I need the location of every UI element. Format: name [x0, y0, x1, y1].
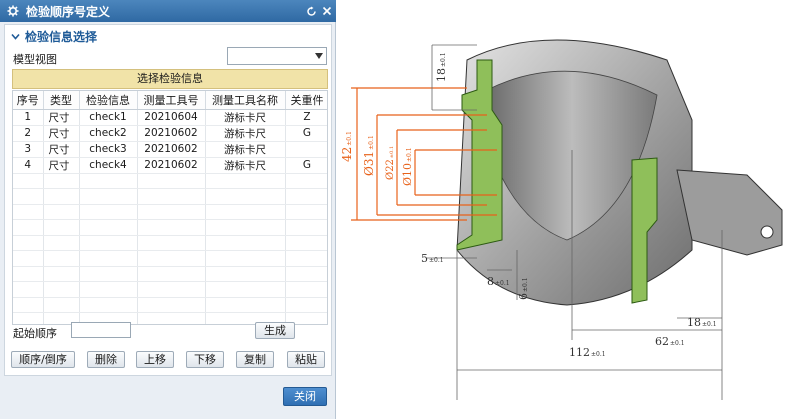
move-up-button[interactable]: 上移 [136, 351, 174, 368]
column-header[interactable]: 检验信息 [79, 91, 138, 110]
dim-value: 112 [569, 346, 590, 359]
dialog-titlebar: 检验顺序号定义 [0, 0, 336, 22]
cell-index: 2 [13, 125, 44, 142]
inspection-order-dialog: 检验顺序号定义 检验信息选择 模型视图 选择检验信息 序号 类型 检验信息 测量… [0, 0, 336, 419]
start-order-label: 起始顺序 [13, 327, 57, 340]
cell-check: check2 [79, 125, 138, 142]
table-row-empty [13, 281, 327, 298]
cell-index: 1 [13, 109, 44, 126]
model-view-select[interactable] [227, 47, 327, 65]
dropdown-arrow-icon [315, 53, 323, 59]
bracket-hole [760, 225, 774, 239]
cell-tool-no: 20210602 [137, 125, 206, 142]
cell-key-part: Z [285, 109, 327, 126]
generate-button[interactable]: 生成 [255, 322, 295, 339]
svg-text:18±0.1: 18±0.1 [435, 52, 448, 82]
table-row-empty [13, 235, 327, 251]
cell-tool-name: 游标卡尺 [205, 109, 286, 126]
move-down-button[interactable]: 下移 [186, 351, 224, 368]
cell-index: 3 [13, 141, 44, 158]
cell-tool-no: 20210602 [137, 157, 206, 174]
dim-value: 42 [340, 147, 354, 162]
dim-value: Ø22 [385, 159, 396, 180]
close-icon[interactable] [320, 4, 334, 18]
cell-type: 尺寸 [43, 109, 80, 126]
cell-tool-name: 游标卡尺 [205, 141, 286, 158]
table-row[interactable]: 3 尺寸 check3 20210602 游标卡尺 [13, 141, 327, 158]
svg-text:112±0.1: 112±0.1 [569, 346, 606, 359]
dim-value: 18 [687, 316, 701, 329]
dim-value: 18 [435, 68, 448, 82]
table-row[interactable]: 1 尺寸 check1 20210604 游标卡尺 Z [13, 109, 327, 126]
cell-tool-name: 游标卡尺 [205, 125, 286, 142]
cad-viewport[interactable]: 18±0.1 42±0.1 Ø31±0.1 Ø22±0.1 Ø10±0.1 5±… [337, 0, 800, 419]
table-row-empty [13, 173, 327, 189]
group-header[interactable]: 检验信息选择 [5, 25, 331, 47]
table-row[interactable]: 4 尺寸 check4 20210602 游标卡尺 G [13, 157, 327, 174]
cell-type: 尺寸 [43, 125, 80, 142]
inspection-info-group: 检验信息选择 模型视图 选择检验信息 序号 类型 检验信息 测量工具号 测量工具… [4, 24, 332, 376]
order-reverse-button[interactable]: 顺序/倒序 [11, 351, 75, 368]
cell-check: check3 [79, 141, 138, 158]
table-row-empty [13, 204, 327, 220]
cell-key-part: G [285, 125, 327, 142]
column-header[interactable]: 类型 [43, 91, 80, 110]
dialog-title: 检验顺序号定义 [26, 4, 111, 19]
svg-text:Ø22±0.1: Ø22±0.1 [385, 146, 396, 180]
gear-icon[interactable] [6, 4, 20, 18]
cell-type: 尺寸 [43, 141, 80, 158]
cell-key-part [285, 141, 327, 158]
table-row-empty [13, 297, 327, 313]
dim-value: Ø10 [401, 163, 414, 186]
svg-text:Ø10±0.1: Ø10±0.1 [401, 147, 414, 186]
copy-button[interactable]: 复制 [236, 351, 274, 368]
table-row[interactable]: 2 尺寸 check2 20210602 游标卡尺 G [13, 125, 327, 142]
svg-text:62±0.1: 62±0.1 [655, 335, 685, 348]
table-row-empty [13, 250, 327, 267]
chevron-down-icon[interactable] [9, 30, 21, 42]
svg-text:5±0.1: 5±0.1 [421, 252, 444, 265]
cell-tool-name: 游标卡尺 [205, 157, 286, 174]
model-view-label: 模型视图 [13, 53, 57, 66]
cell-type: 尺寸 [43, 157, 80, 174]
svg-text:42±0.1: 42±0.1 [340, 131, 354, 162]
start-order-input[interactable] [71, 322, 131, 338]
column-header[interactable]: 测量工具号 [137, 91, 206, 110]
cell-tool-no: 20210604 [137, 109, 206, 126]
table-header-row: 序号 类型 检验信息 测量工具号 测量工具名称 关重件 [13, 91, 327, 110]
close-button[interactable]: 关闭 [283, 387, 327, 406]
inspection-table: 序号 类型 检验信息 测量工具号 测量工具名称 关重件 1 尺寸 check1 … [12, 90, 328, 325]
dim-value: 6 [517, 293, 530, 300]
part-bracket [676, 169, 783, 256]
select-inspection-info-banner[interactable]: 选择检验信息 [12, 69, 328, 89]
dim-value: 62 [655, 335, 669, 348]
cell-check: check4 [79, 157, 138, 174]
table-row-empty [13, 219, 327, 236]
column-header[interactable]: 序号 [13, 91, 44, 110]
reset-icon[interactable] [304, 4, 318, 18]
table-row-empty [13, 266, 327, 282]
column-header[interactable]: 测量工具名称 [205, 91, 286, 110]
cell-tool-no: 20210602 [137, 141, 206, 158]
dim-value: 8 [487, 275, 494, 288]
group-title: 检验信息选择 [25, 29, 98, 44]
cad-part-drawing: 18±0.1 42±0.1 Ø31±0.1 Ø22±0.1 Ø10±0.1 5±… [340, 39, 783, 400]
cell-check: check1 [79, 109, 138, 126]
svg-text:Ø31±0.1: Ø31±0.1 [362, 135, 376, 176]
table-row-empty [13, 188, 327, 205]
dim-value: 5 [421, 252, 428, 265]
delete-button[interactable]: 删除 [87, 351, 125, 368]
column-header[interactable]: 关重件 [285, 91, 327, 110]
dim-value: Ø31 [362, 151, 376, 176]
cell-key-part: G [285, 157, 327, 174]
paste-button[interactable]: 粘贴 [287, 351, 325, 368]
cell-index: 4 [13, 157, 44, 174]
